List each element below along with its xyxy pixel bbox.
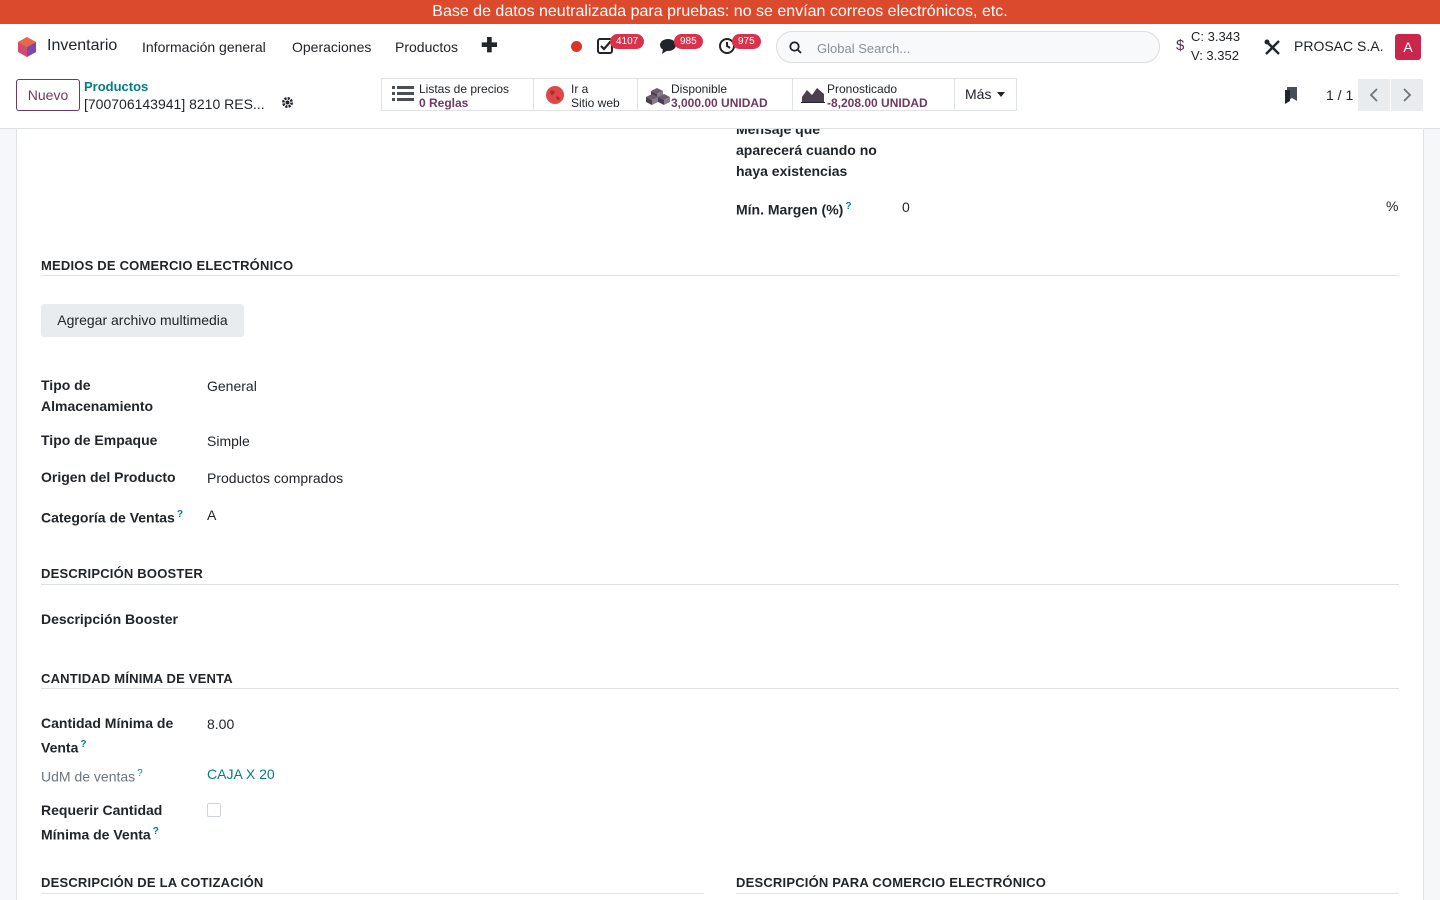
menu-informacion-general[interactable]: Información general	[142, 39, 266, 55]
help-tooltip-icon[interactable]: ?	[845, 201, 851, 212]
section-title-booster: DESCRIPCIÓN BOOSTER	[41, 566, 203, 581]
bookmark-icon[interactable]	[1284, 87, 1298, 104]
control-panel: Nuevo Productos [700706143941] 8210 RES.…	[0, 70, 1440, 129]
smart-price-lists-value: 0 Reglas	[419, 96, 469, 110]
min-sale-qty-label: Cantidad Mínima de Venta?	[41, 715, 174, 756]
section-divider	[736, 893, 1399, 894]
min-margin-unit: %	[1386, 198, 1399, 214]
pager-previous-button[interactable]	[1358, 79, 1390, 111]
section-divider	[41, 275, 1399, 276]
section-title-ecommerce-description: DESCRIPCIÓN PARA COMERCIO ELECTRÓNICO	[736, 875, 1047, 890]
help-tooltip-icon[interactable]: ?	[177, 509, 183, 520]
smart-on-hand-label: Disponible	[671, 82, 728, 96]
section-divider	[41, 688, 1399, 689]
activities-badge: 4107	[610, 34, 645, 49]
app-name[interactable]: Inventario	[47, 37, 117, 55]
smart-button-on-hand[interactable]: Disponible 3,000.00 UNIDAD	[638, 79, 793, 110]
currency-dollar-icon: $	[1176, 37, 1185, 54]
chevron-left-icon	[1369, 88, 1378, 102]
smart-button-website[interactable]: Ir a Sitio web	[534, 79, 638, 110]
help-tooltip-icon[interactable]: ?	[137, 768, 143, 779]
add-media-button[interactable]: Agregar archivo multimedia	[41, 304, 244, 337]
globe-icon	[546, 86, 564, 104]
recording-indicator-icon[interactable]	[571, 41, 582, 52]
packaging-type-value[interactable]: Simple	[207, 433, 250, 449]
global-search[interactable]	[776, 31, 1160, 63]
menu-productos[interactable]: Productos	[395, 39, 458, 55]
smart-button-forecasted[interactable]: Pronosticado -8,208.00 UNIDAD	[793, 79, 955, 110]
exchange-rate-buy: C: 3.343	[1191, 29, 1241, 44]
smart-button-more[interactable]: Más	[955, 79, 1016, 110]
quick-create-plus-icon[interactable]: ✚	[481, 33, 498, 58]
area-chart-icon	[801, 88, 825, 103]
smart-price-lists-label: Listas de precios	[419, 82, 510, 96]
main-navbar: Inventario Información general Operacion…	[0, 24, 1440, 70]
help-tooltip-icon[interactable]: ?	[80, 739, 86, 750]
section-title-ecommerce-media: MEDIOS DE COMERCIO ELECTRÓNICO	[41, 258, 294, 273]
record-title: [700706143941] 8210 RES...	[84, 96, 265, 112]
breadcrumb-productos[interactable]: Productos	[84, 79, 148, 94]
section-divider	[41, 584, 1399, 585]
global-search-input[interactable]	[817, 38, 1147, 58]
smart-website-label: Ir a	[571, 82, 589, 96]
form-sheet: Mensaje que aparecerá cuando no haya exi…	[16, 129, 1424, 900]
smart-forecasted-label: Pronosticado	[827, 82, 898, 96]
section-divider	[41, 893, 704, 894]
sales-category-label: Categoría de Ventas?	[41, 509, 183, 526]
section-title-quotation-description: DESCRIPCIÓN DE LA COTIZACIÓN	[41, 875, 264, 890]
more-label: Más	[965, 86, 992, 102]
debug-tools-icon[interactable]	[1264, 39, 1281, 56]
product-origin-label: Origen del Producto	[41, 469, 176, 485]
messages-badge: 985	[674, 34, 703, 49]
inventory-app-icon[interactable]	[16, 36, 38, 58]
out-of-stock-message-label: Mensaje que aparecerá cuando no haya exi…	[736, 129, 877, 179]
product-origin-value[interactable]: Productos comprados	[207, 470, 343, 486]
min-sale-qty-value[interactable]: 8.00	[207, 716, 234, 732]
smart-button-price-lists[interactable]: Listas de precios 0 Reglas	[382, 79, 534, 110]
test-database-banner: Base de datos neutralizada para pruebas:…	[0, 0, 1440, 24]
chevron-right-icon	[1403, 88, 1412, 102]
smart-forecasted-value: -8,208.00 UNIDAD	[827, 96, 928, 110]
caret-down-icon	[997, 92, 1005, 97]
exchange-rate-sell: V: 3.352	[1191, 48, 1239, 63]
min-margin-label: Mín. Margen (%)?	[736, 201, 852, 218]
storage-type-value[interactable]: General	[207, 378, 257, 394]
smart-on-hand-value: 3,000.00 UNIDAD	[671, 96, 768, 110]
boxes-icon	[646, 88, 670, 105]
menu-operaciones[interactable]: Operaciones	[292, 39, 371, 55]
smart-website-value: Sitio web	[571, 96, 620, 110]
require-min-qty-checkbox[interactable]	[207, 803, 221, 817]
help-tooltip-icon[interactable]: ?	[153, 826, 159, 837]
gear-icon[interactable]	[281, 96, 294, 109]
storage-type-label: Tipo de Almacenamiento	[41, 377, 154, 414]
pager-next-button[interactable]	[1391, 79, 1423, 111]
sales-uom-label: UdM de ventas?	[41, 768, 143, 785]
smart-buttons: Listas de precios 0 Reglas Ir a Sitio we…	[381, 78, 1017, 111]
booster-description-label: Descripción Booster	[41, 611, 178, 627]
sales-category-value[interactable]: A	[207, 507, 216, 523]
list-icon	[392, 86, 414, 101]
user-avatar[interactable]: A	[1395, 34, 1421, 60]
timers-badge: 975	[732, 34, 761, 49]
sales-uom-link[interactable]: CAJA X 20	[207, 766, 275, 782]
company-switcher[interactable]: PROSAC S.A.	[1294, 38, 1383, 54]
pager-value[interactable]: 1 / 1	[1326, 87, 1353, 103]
search-icon	[789, 41, 802, 54]
min-margin-value[interactable]: 0	[902, 199, 910, 215]
packaging-type-label: Tipo de Empaque	[41, 432, 158, 448]
section-title-min-sale: CANTIDAD MÍNIMA DE VENTA	[41, 671, 233, 686]
require-min-qty-label: Requerir Cantidad Mínima de Venta?	[41, 802, 163, 843]
new-record-button[interactable]: Nuevo	[16, 79, 80, 111]
